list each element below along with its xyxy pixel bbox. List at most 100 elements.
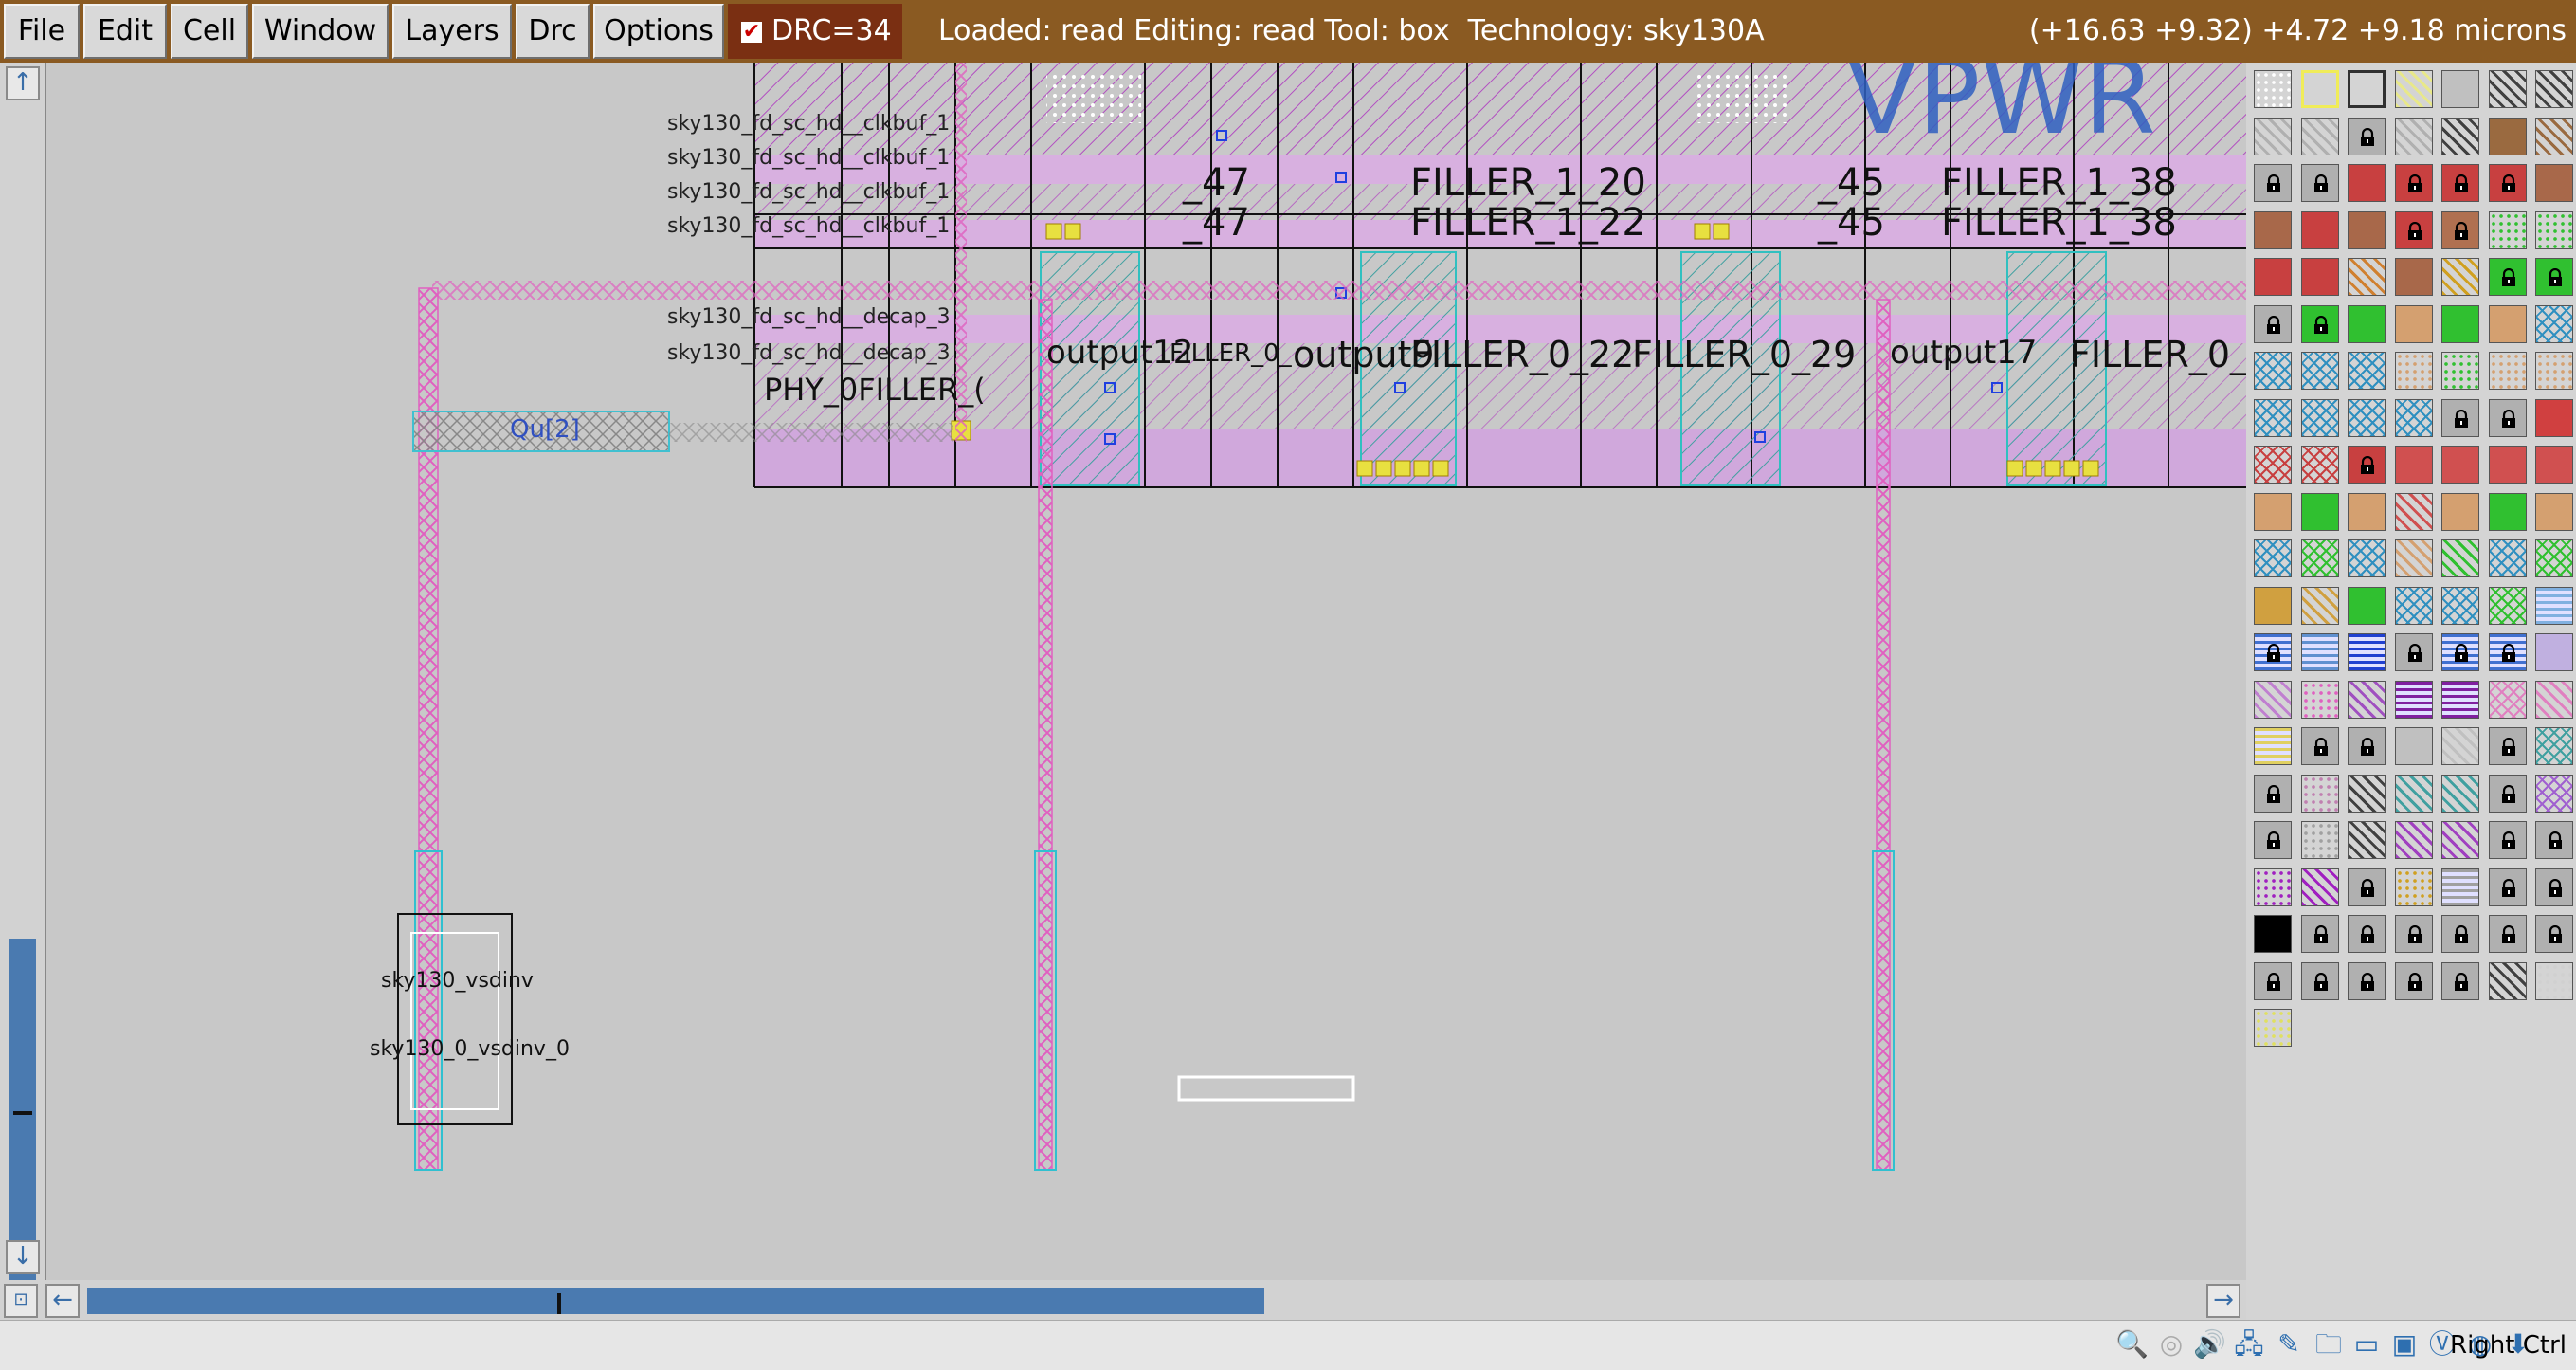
- layer-swatch[interactable]: [2300, 258, 2339, 296]
- layer-swatch[interactable]: [2441, 446, 2479, 484]
- layer-swatch[interactable]: [2348, 164, 2386, 202]
- layer-swatch[interactable]: [2535, 586, 2573, 625]
- layer-swatch[interactable]: [2394, 680, 2433, 719]
- layer-swatch[interactable]: [2441, 492, 2479, 531]
- menu-window[interactable]: Window: [252, 4, 389, 59]
- layer-swatch[interactable]: [2394, 398, 2433, 437]
- scroll-right-icon[interactable]: →: [2206, 1284, 2240, 1318]
- recording-icon[interactable]: ▣: [2388, 1328, 2421, 1361]
- menu-edit[interactable]: Edit: [83, 4, 167, 59]
- optical-disk-icon[interactable]: ◎: [2155, 1328, 2187, 1361]
- layer-swatch[interactable]: [2488, 70, 2527, 108]
- layer-swatch[interactable]: [2488, 210, 2527, 249]
- layer-swatch[interactable]: [2300, 539, 2339, 577]
- drc-checkbox[interactable]: ✔: [741, 21, 762, 43]
- layer-swatch[interactable]: [2254, 539, 2292, 577]
- layer-swatch[interactable]: [2441, 304, 2479, 343]
- layer-swatch[interactable]: [2394, 727, 2433, 765]
- layer-swatch[interactable]: [2300, 961, 2339, 1000]
- layer-swatch[interactable]: [2300, 727, 2339, 765]
- layer-swatch[interactable]: [2441, 164, 2479, 202]
- layer-swatch[interactable]: [2394, 446, 2433, 484]
- layer-swatch[interactable]: [2441, 821, 2479, 859]
- layer-swatch[interactable]: [2394, 821, 2433, 859]
- layer-swatch[interactable]: [2394, 164, 2433, 202]
- layer-swatch[interactable]: [2348, 868, 2386, 906]
- layer-swatch[interactable]: [2254, 774, 2292, 813]
- layer-swatch[interactable]: [2348, 915, 2386, 953]
- layer-swatch[interactable]: [2441, 539, 2479, 577]
- layer-swatch[interactable]: [2254, 633, 2292, 671]
- layer-swatch[interactable]: [2300, 774, 2339, 813]
- layer-swatch[interactable]: [2300, 70, 2339, 108]
- layer-swatch[interactable]: [2535, 70, 2573, 108]
- layer-swatch[interactable]: [2535, 117, 2573, 155]
- layer-swatch[interactable]: [2300, 164, 2339, 202]
- layer-swatch[interactable]: [2488, 868, 2527, 906]
- layer-swatch[interactable]: [2254, 446, 2292, 484]
- layer-swatch[interactable]: [2441, 633, 2479, 671]
- layer-swatch[interactable]: [2348, 398, 2386, 437]
- layer-swatch[interactable]: [2441, 868, 2479, 906]
- layer-swatch[interactable]: [2300, 680, 2339, 719]
- layer-swatch[interactable]: [2394, 539, 2433, 577]
- layer-swatch[interactable]: [2488, 633, 2527, 671]
- layer-swatch[interactable]: [2300, 398, 2339, 437]
- layer-swatch[interactable]: [2535, 868, 2573, 906]
- layer-swatch[interactable]: [2441, 70, 2479, 108]
- layer-swatch[interactable]: [2300, 352, 2339, 390]
- layer-swatch[interactable]: [2348, 633, 2386, 671]
- layer-swatch[interactable]: [2254, 258, 2292, 296]
- layer-swatch[interactable]: [2535, 680, 2573, 719]
- usb-icon[interactable]: ✎: [2273, 1328, 2305, 1361]
- layer-swatch[interactable]: [2300, 868, 2339, 906]
- layer-swatch[interactable]: [2254, 868, 2292, 906]
- layer-swatch[interactable]: [2394, 70, 2433, 108]
- layout-canvas[interactable]: sky130_fd_sc_hd__clkbuf_1 sky130_fd_sc_h…: [45, 63, 2246, 1280]
- drc-toggle[interactable]: ✔ DRC=34: [728, 4, 902, 59]
- layer-swatch[interactable]: [2348, 961, 2386, 1000]
- layer-swatch[interactable]: [2535, 633, 2573, 671]
- layer-swatch[interactable]: [2441, 961, 2479, 1000]
- layer-swatch[interactable]: [2254, 821, 2292, 859]
- shared-folder-icon[interactable]: 🗀: [2313, 1328, 2345, 1361]
- layer-swatch[interactable]: [2348, 210, 2386, 249]
- search-icon[interactable]: 🔍: [2115, 1328, 2149, 1361]
- layer-swatch[interactable]: [2254, 586, 2292, 625]
- scroll-down-icon[interactable]: ↓: [6, 1240, 40, 1274]
- layer-swatch[interactable]: [2348, 70, 2386, 108]
- layer-swatch[interactable]: [2348, 117, 2386, 155]
- layer-swatch[interactable]: [2535, 539, 2573, 577]
- layer-swatch[interactable]: [2394, 586, 2433, 625]
- menu-cell[interactable]: Cell: [171, 4, 248, 59]
- layer-swatch[interactable]: [2394, 774, 2433, 813]
- layer-swatch[interactable]: [2488, 164, 2527, 202]
- vertical-scrollbar[interactable]: ↑ ↓: [0, 63, 46, 1301]
- layer-swatch[interactable]: [2441, 258, 2479, 296]
- layer-swatch[interactable]: [2535, 164, 2573, 202]
- menu-layers[interactable]: Layers: [392, 4, 512, 59]
- layer-swatch[interactable]: [2535, 774, 2573, 813]
- layer-swatch[interactable]: [2441, 210, 2479, 249]
- layer-swatch[interactable]: [2488, 915, 2527, 953]
- layer-swatch[interactable]: [2254, 915, 2292, 953]
- layer-swatch[interactable]: [2254, 398, 2292, 437]
- layer-swatch[interactable]: [2300, 304, 2339, 343]
- layer-swatch[interactable]: [2254, 680, 2292, 719]
- layer-swatch[interactable]: [2441, 915, 2479, 953]
- layer-swatch[interactable]: [2254, 117, 2292, 155]
- layer-swatch[interactable]: [2394, 304, 2433, 343]
- layer-swatch[interactable]: [2488, 352, 2527, 390]
- layer-swatch[interactable]: [2441, 117, 2479, 155]
- layer-swatch[interactable]: [2441, 727, 2479, 765]
- menu-options[interactable]: Options: [593, 4, 724, 59]
- layer-swatch[interactable]: [2254, 304, 2292, 343]
- layer-swatch[interactable]: [2300, 586, 2339, 625]
- menu-drc[interactable]: Drc: [516, 4, 590, 59]
- layer-swatch[interactable]: [2535, 821, 2573, 859]
- layer-swatch[interactable]: [2300, 821, 2339, 859]
- layer-swatch[interactable]: [2348, 446, 2386, 484]
- layer-swatch[interactable]: [2254, 164, 2292, 202]
- network-icon[interactable]: 🖧: [2233, 1328, 2265, 1361]
- layer-swatch[interactable]: [2254, 210, 2292, 249]
